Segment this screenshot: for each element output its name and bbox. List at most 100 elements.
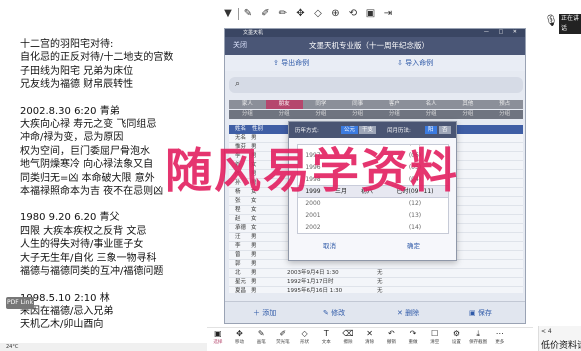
group-subtab[interactable]: 分组 bbox=[376, 110, 413, 119]
tool-label: 选择 bbox=[213, 340, 223, 345]
group-tab[interactable]: 朋友 bbox=[265, 100, 303, 109]
group-tab[interactable]: 其他 bbox=[450, 100, 487, 109]
picker-item: 2001 bbox=[305, 212, 321, 219]
exit-icon[interactable]: ⇥ bbox=[380, 6, 396, 22]
group-tab[interactable]: 客户 bbox=[376, 100, 413, 109]
datetime-wheel-picker[interactable]: 19981997199619981999200020012002三月初六(07)… bbox=[297, 144, 449, 234]
tool-label: 移动 bbox=[235, 340, 245, 345]
tool-move[interactable]: ✥ 移动 bbox=[229, 328, 251, 346]
record-note: 无 bbox=[377, 270, 383, 276]
export-button[interactable]: ⇪ 导出命例 bbox=[273, 58, 309, 68]
chat-icon[interactable]: ▣ bbox=[363, 6, 379, 22]
group-tabs: 家人 朋友 同学 同事 客户 名人 其他 预占 bbox=[229, 100, 523, 109]
group-tab[interactable]: 预占 bbox=[486, 100, 523, 109]
record-name: 无名 bbox=[235, 135, 247, 141]
tool-erase-all[interactable]: ✕ 清除 bbox=[359, 328, 381, 346]
group-tab[interactable]: 名人 bbox=[413, 100, 450, 109]
picker-item: 1998 bbox=[305, 176, 321, 183]
record-birth-date bbox=[287, 260, 377, 268]
month-wheel[interactable]: 三月 bbox=[328, 145, 354, 228]
close-button[interactable]: 关闭 bbox=[233, 40, 247, 50]
delete-button[interactable]: ✕ 删除 bbox=[397, 308, 419, 318]
record-gender: 男 bbox=[251, 288, 257, 293]
undo-icon: ↶ bbox=[387, 329, 395, 338]
pdf-link-badge[interactable]: PDF Link bbox=[6, 297, 34, 309]
cursor-icon[interactable]: ▼ bbox=[220, 6, 236, 22]
record-birth-date: 1992年1月17日时 bbox=[287, 279, 334, 285]
move-icon[interactable]: ✥ bbox=[293, 6, 309, 22]
group-subtab[interactable]: 分组 bbox=[303, 110, 340, 119]
tool-pen[interactable]: ✎ 画笔 bbox=[250, 328, 272, 346]
cancel-button[interactable]: 取消 bbox=[323, 240, 336, 250]
history-icon[interactable]: ⟲ bbox=[345, 6, 361, 22]
day-wheel[interactable]: 初六 bbox=[354, 145, 380, 228]
calendar-option-ganzhi[interactable]: 干支 bbox=[359, 126, 377, 134]
tool-settings[interactable]: ⚙ 设置 bbox=[446, 328, 468, 346]
group-subtab[interactable]: 分组 bbox=[229, 110, 266, 119]
window-controls[interactable]: — □ ✕ bbox=[484, 29, 521, 35]
group-subtab[interactable]: 分组 bbox=[266, 110, 303, 119]
shape-icon[interactable]: ◇ bbox=[310, 6, 326, 22]
import-button[interactable]: ⇩ 导入命例 bbox=[397, 58, 433, 68]
save-button[interactable]: ▣ 保存 bbox=[469, 308, 492, 318]
picker-item: (04) bbox=[408, 176, 422, 183]
group-subtab[interactable]: 分组 bbox=[486, 110, 523, 119]
group-subtab[interactable]: 分组 bbox=[413, 110, 450, 119]
leap-option-yang[interactable]: 阳 bbox=[425, 126, 437, 134]
edit-button[interactable]: ✎ 修改 bbox=[323, 308, 345, 318]
page-indicator[interactable]: < 4 bbox=[541, 328, 552, 335]
highlighter-icon[interactable]: ✏ bbox=[275, 6, 291, 22]
group-tab[interactable]: 家人 bbox=[229, 100, 266, 109]
tool-clear[interactable]: ☐ 清空 bbox=[424, 328, 446, 346]
pen-icon[interactable]: ✎ bbox=[240, 6, 256, 22]
note-line: 2002.8.30 6:20 青弟 bbox=[20, 105, 120, 117]
record-gender: 女 bbox=[251, 189, 257, 195]
header-name: 姓名 bbox=[235, 126, 247, 132]
picker-item bbox=[328, 198, 354, 210]
record-name: 孙 bbox=[235, 180, 241, 186]
picker-item bbox=[328, 174, 354, 186]
highlight-icon: ✐ bbox=[279, 329, 287, 338]
tool-text[interactable]: T 文本 bbox=[315, 328, 337, 346]
record-birth-date: 1995年6月16日 1:30 bbox=[287, 288, 343, 293]
record-gender: 男 bbox=[251, 279, 257, 285]
tool-select[interactable]: ▣ 选择 bbox=[207, 328, 229, 346]
record-row[interactable]: 夏昌男 1995年6月16日 1:30 无 bbox=[229, 287, 523, 293]
calendar-option-solar[interactable]: 公元 bbox=[341, 126, 359, 134]
group-subtab[interactable]: 分组 bbox=[339, 110, 376, 119]
tool-highlight[interactable]: ✐ 荧光笔 bbox=[272, 328, 294, 346]
picker-item: 已时(09~11) bbox=[396, 188, 434, 195]
hour-wheel[interactable]: (07)(06)(05)(04)已时(09~11)(12)(13)(14) bbox=[380, 145, 448, 231]
tool-undo[interactable]: ↶ 撤销 bbox=[381, 328, 403, 346]
picker-item: (12) bbox=[408, 200, 422, 207]
side-panel-title: 低价资料请 bbox=[541, 341, 581, 351]
edit-label: 修改 bbox=[331, 309, 346, 317]
more-icon: ⋯ bbox=[495, 329, 504, 338]
search-bar[interactable]: ⌕ bbox=[229, 77, 523, 93]
tool-save-screenshot[interactable]: ⤓ 保存截图 bbox=[467, 328, 489, 346]
group-subtab[interactable]: 分组 bbox=[450, 110, 487, 119]
record-name: 承德 bbox=[235, 225, 247, 231]
note-line: 大疾向心禄 寿元之变 飞同组忌 bbox=[20, 119, 157, 131]
group-tab[interactable]: 同事 bbox=[339, 100, 376, 109]
erase-all-icon: ✕ bbox=[366, 329, 373, 338]
tool-eraser[interactable]: ⌫ 擦除 bbox=[337, 328, 359, 346]
record-row[interactable]: 北 男 2003年9月4日 1:30 无 bbox=[229, 269, 523, 278]
leap-option-no[interactable]: 否 bbox=[439, 126, 451, 134]
add-button[interactable]: ＋ 添加 bbox=[253, 308, 276, 318]
tool-redo[interactable]: ↷ 重做 bbox=[402, 328, 424, 346]
record-row[interactable]: 星元男 1992年1月17日时 无 bbox=[229, 278, 523, 287]
record-name: 郭 bbox=[235, 261, 241, 267]
eraser-icon[interactable]: ✐ bbox=[258, 6, 274, 22]
year-wheel[interactable]: 19981997199619981999200020012002 bbox=[298, 145, 328, 231]
record-gender: 男 bbox=[251, 261, 257, 267]
picker-item: 三月 bbox=[334, 188, 347, 195]
picker-item: 初六 bbox=[360, 188, 373, 195]
group-tab[interactable]: 同学 bbox=[303, 100, 340, 109]
ok-button[interactable]: 确定 bbox=[407, 240, 420, 250]
target-icon[interactable]: ⊕ bbox=[328, 6, 344, 22]
note-line: 四限 大疾本疾权之反背 文忌 bbox=[20, 225, 147, 237]
tool-more[interactable]: ⋯ 更多 bbox=[489, 328, 511, 346]
tool-shape[interactable]: ◇ 形状 bbox=[294, 328, 316, 346]
record-row[interactable]: 郭男 bbox=[229, 260, 523, 269]
